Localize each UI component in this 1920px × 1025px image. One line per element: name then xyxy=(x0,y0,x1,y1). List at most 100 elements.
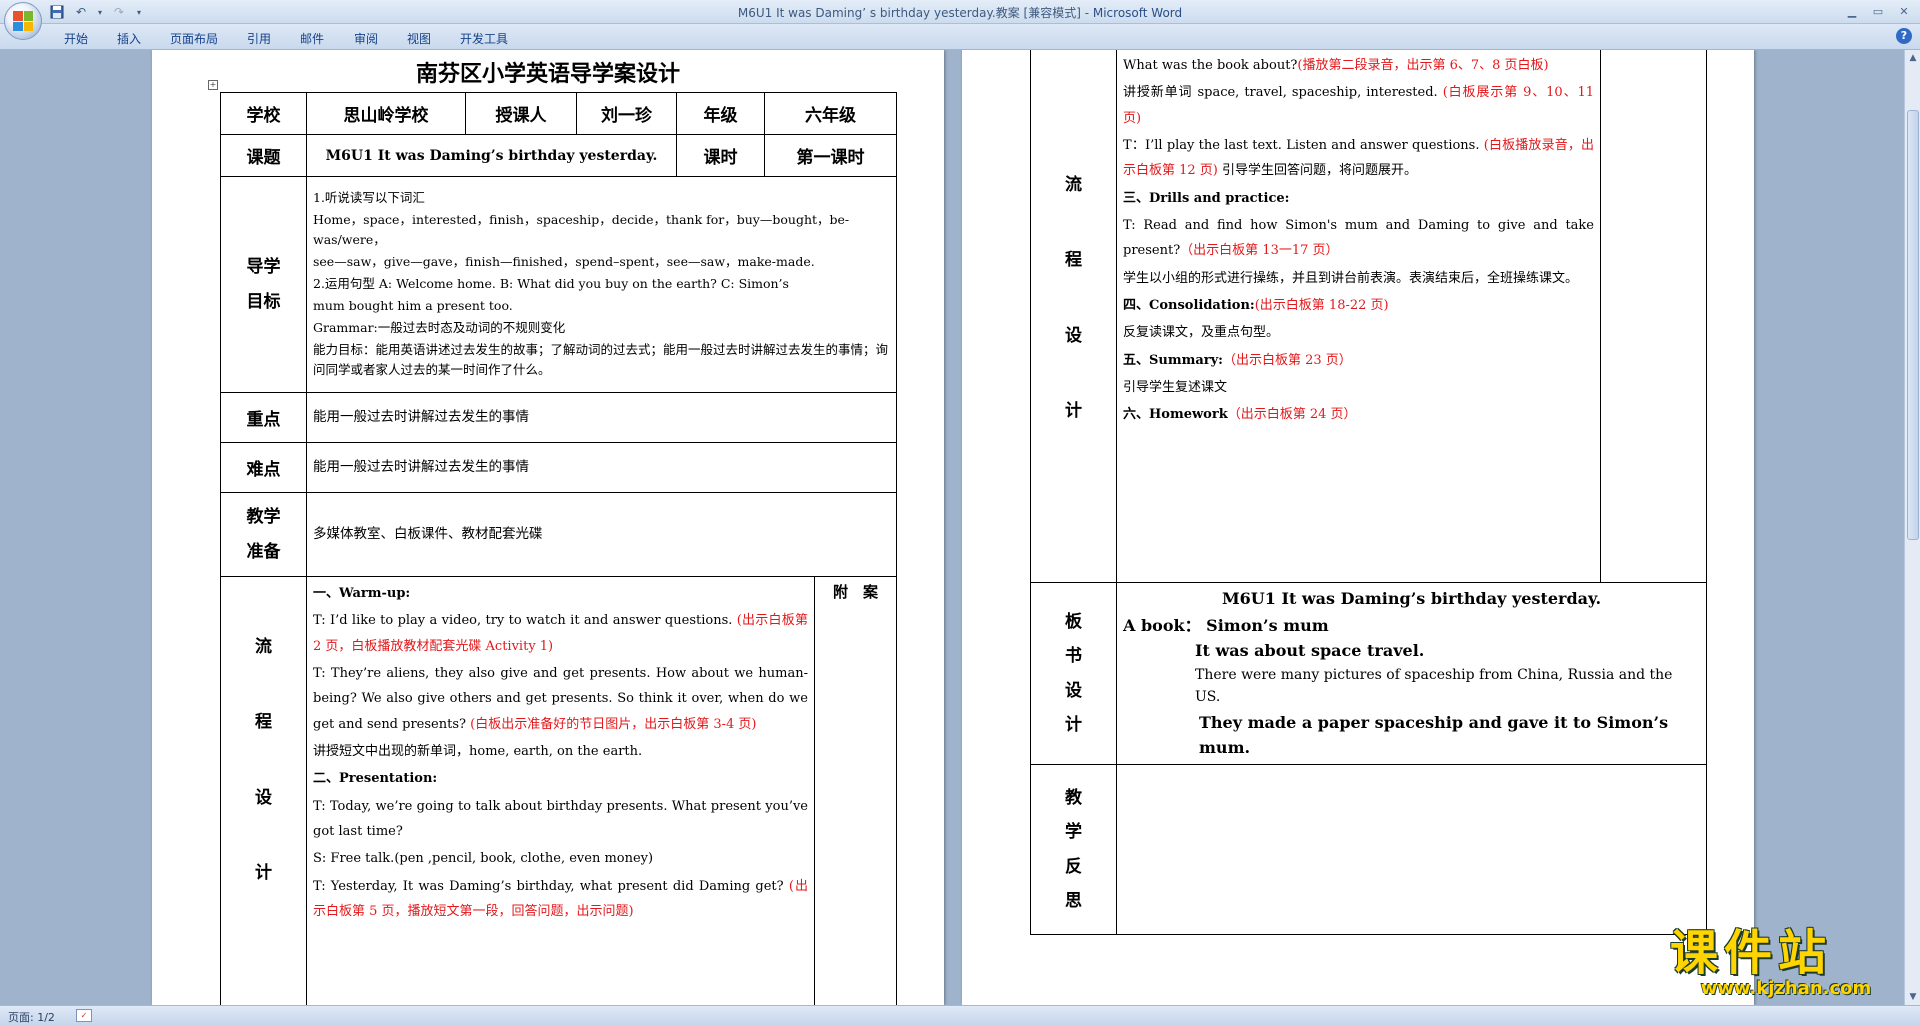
office-button[interactable] xyxy=(4,2,42,40)
tab-view[interactable]: 视图 xyxy=(403,30,435,47)
grade-label: 年级 xyxy=(676,92,765,135)
goal-line: 2.运用句型 A: Welcome home. B: What did you … xyxy=(313,275,789,291)
process-paragraph: 讲授新单词 space, travel, spaceship, interest… xyxy=(1123,80,1594,131)
page-2[interactable]: 流 程 设 计 What was the book about?(播放第二段录音… xyxy=(962,50,1754,1005)
board-design-content[interactable]: M6U1 It was Daming’s birthday yesterday.… xyxy=(1116,581,1707,766)
section-heading: 四、Consolidation: xyxy=(1123,298,1255,314)
board-line: They made a paper spaceship and gave it … xyxy=(1199,712,1669,757)
period-label: 课时 xyxy=(676,134,765,177)
school-label: 学校 xyxy=(220,92,307,135)
process-text: T: Today, we’re going to talk about birt… xyxy=(313,798,808,840)
board-line: It was about space travel. xyxy=(1195,640,1425,660)
whiteboard-note: (白板出示准备好的节日图片，出示白板第 3-4 页) xyxy=(470,716,757,732)
tab-page-layout[interactable]: 页面布局 xyxy=(166,30,222,47)
process-label-continued: 流 程 设 计 xyxy=(1030,50,1117,583)
process-text: T: Yesterday, It was Daming’s birthday, … xyxy=(313,878,784,894)
tab-review[interactable]: 审阅 xyxy=(350,30,382,47)
process-paragraph: T: They’re aliens, they also give and ge… xyxy=(313,661,808,737)
vertical-scrollbar[interactable]: ▲ ▼ xyxy=(1904,50,1920,1005)
section-heading: 五、Summary: xyxy=(1123,352,1223,368)
board-design-label: 板 书 设 计 xyxy=(1030,581,1117,766)
process-content-continued[interactable]: What was the book about?(播放第二段录音，出示第 6、7… xyxy=(1116,50,1601,583)
table-row: 课题 M6U1 It was Daming’s birthday yesterd… xyxy=(220,134,897,177)
proofing-icon[interactable]: ✓ xyxy=(76,1009,92,1022)
close-icon[interactable]: ✕ xyxy=(1892,2,1916,20)
prep-label-line2: 准备 xyxy=(246,541,281,562)
board-line: There were many pictures of spaceship fr… xyxy=(1195,667,1673,706)
whiteboard-note: （出示白板第 23 页） xyxy=(1222,352,1352,368)
topic-label: 课题 xyxy=(220,134,307,177)
maximize-icon[interactable]: ▭ xyxy=(1866,2,1890,20)
document-name: M6U1 It was Daming’ s birthday yesterday… xyxy=(737,6,1081,20)
table-row: 难点 能用一般过去时讲解过去发生的事情 xyxy=(220,442,897,493)
board-title: M6U1 It was Daming’s birthday yesterday. xyxy=(1221,589,1602,608)
table-row: 教学 准备 多媒体教室、白板课件、教材配套光碟 xyxy=(220,492,897,577)
page-count[interactable]: 页面: 1/2 xyxy=(8,1009,55,1025)
process-text: 引导学生复述课文 xyxy=(1123,380,1228,396)
process-text: 引导学生回答问题，将问题展开。 xyxy=(1222,163,1418,179)
process-char: 计 xyxy=(1065,401,1082,422)
key-point-value[interactable]: 能用一般过去时讲解过去发生的事情 xyxy=(306,392,897,443)
process-text: 反复读课文，及重点句型。 xyxy=(1123,325,1280,341)
school-value: 思山岭学校 xyxy=(306,92,466,135)
tab-mailings[interactable]: 邮件 xyxy=(296,30,328,47)
tab-references[interactable]: 引用 xyxy=(243,30,275,47)
grade-value: 六年级 xyxy=(764,92,897,135)
goal-line: Home，space，interested，finish，spaceship，d… xyxy=(313,211,850,247)
document-title: 南芬区小学英语导学案设计 xyxy=(415,61,680,87)
goal-line: mum bought him a present too. xyxy=(313,297,513,313)
process-paragraph: What was the book about?(播放第二段录音，出示第 6、7… xyxy=(1123,53,1594,78)
page-1[interactable]: 南芬区小学英语导学案设计 + 学校 思山岭学校 授课人 刘一珍 年级 六年级 课… xyxy=(152,50,944,1005)
board-char: 设 xyxy=(1065,680,1082,701)
process-text: What was the book about? xyxy=(1123,58,1298,73)
scroll-down-icon[interactable]: ▼ xyxy=(1905,989,1920,1005)
process-char: 计 xyxy=(255,863,272,884)
table-move-handle-icon[interactable]: + xyxy=(208,80,218,90)
table-row: 学校 思山岭学校 授课人 刘一珍 年级 六年级 xyxy=(220,92,897,135)
process-paragraph: 四、Consolidation:(出示白板第 18-22 页) xyxy=(1123,293,1594,318)
scroll-bottom-controls: ▼ xyxy=(1905,989,1920,1005)
board-char: 计 xyxy=(1065,715,1082,736)
appendix-column[interactable]: 附 案 xyxy=(814,576,897,1005)
board-char: 板 xyxy=(1065,611,1082,632)
tab-insert[interactable]: 插入 xyxy=(113,30,145,47)
process-paragraph: 六、Homework（出示白板第 24 页） xyxy=(1123,402,1594,427)
appendix-column-continued[interactable] xyxy=(1600,50,1707,583)
scroll-up-icon[interactable]: ▲ xyxy=(1905,50,1920,66)
document-area[interactable]: 南芬区小学英语导学案设计 + 学校 思山岭学校 授课人 刘一珍 年级 六年级 课… xyxy=(0,50,1904,1005)
goals-content[interactable]: 1.听说读写以下词汇 Home，space，interested，finish，… xyxy=(306,176,897,393)
goal-line: 能力目标：能用英语讲述过去发生的故事；了解动词的过去式；能用一般过去时讲解过去发… xyxy=(313,341,889,377)
help-icon[interactable]: ? xyxy=(1896,28,1912,44)
scrollbar-thumb[interactable] xyxy=(1907,110,1919,540)
tab-home[interactable]: 开始 xyxy=(60,30,92,47)
reflect-char: 反 xyxy=(1065,856,1082,877)
section-heading: 二、Presentation: xyxy=(313,771,438,787)
process-content[interactable]: 一、Warm-up: T: I’d like to play a video, … xyxy=(306,576,815,1005)
board-line: A book： Simon’s mum xyxy=(1123,615,1329,635)
tab-developer[interactable]: 开发工具 xyxy=(456,30,512,47)
office-logo-icon xyxy=(13,11,33,31)
teacher-value: 刘一珍 xyxy=(576,92,677,135)
whiteboard-note: （出示白板第 24 页） xyxy=(1227,407,1357,423)
reflect-char: 教 xyxy=(1065,788,1082,809)
process-text: S: Free talk.(pen ,pencil, book, clothe,… xyxy=(313,851,654,867)
process-char: 程 xyxy=(255,712,272,733)
topic-value: M6U1 It was Daming’s birthday yesterday. xyxy=(306,134,677,177)
section-heading: 三、Drills and practice: xyxy=(1123,190,1290,206)
preparation-value[interactable]: 多媒体教室、白板课件、教材配套光碟 xyxy=(306,492,897,577)
difficulty-value[interactable]: 能用一般过去时讲解过去发生的事情 xyxy=(306,442,897,493)
reflection-content[interactable] xyxy=(1116,764,1707,936)
board-char: 书 xyxy=(1065,646,1082,667)
reflect-char: 学 xyxy=(1065,822,1082,843)
title-bar: ↶ ▾ ↷ ▾ M6U1 It was Daming’ s birthday y… xyxy=(0,0,1920,24)
section-heading: 一、Warm-up: xyxy=(313,586,411,601)
period-value: 第一课时 xyxy=(764,134,897,177)
reflection-label: 教 学 反 思 xyxy=(1030,764,1117,936)
process-paragraph: T：I’ll play the last text. Listen and an… xyxy=(1123,133,1594,184)
window-controls: ▁ ▭ ✕ xyxy=(1840,2,1916,20)
table-row: 重点 能用一般过去时讲解过去发生的事情 xyxy=(220,392,897,443)
whiteboard-note: (出示白板第 18-22 页) xyxy=(1254,298,1389,314)
minimize-icon[interactable]: ▁ xyxy=(1840,2,1864,20)
process-text: 讲授新单词 space, travel, spaceship, interest… xyxy=(1123,85,1438,101)
table-row: 教 学 反 思 xyxy=(1030,764,1707,936)
